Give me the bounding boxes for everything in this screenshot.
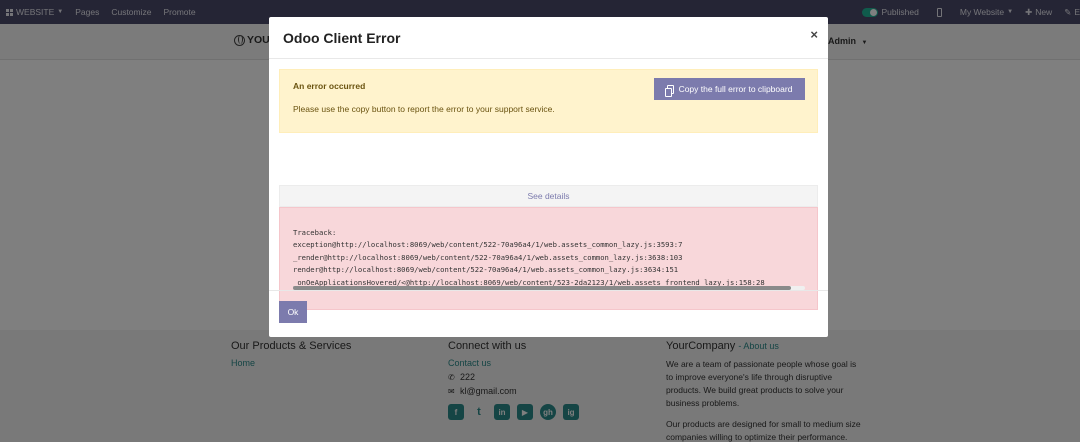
error-dialog: Odoo Client Error × An error occurred Pl… (269, 17, 828, 337)
error-alert: An error occurred Please use the copy bu… (279, 69, 818, 133)
dialog-footer: Ok (269, 290, 828, 337)
clipboard-icon (664, 84, 674, 97)
dialog-title: Odoo Client Error (283, 30, 401, 46)
see-details-toggle[interactable]: See details (279, 185, 818, 207)
ok-button[interactable]: Ok (279, 301, 307, 323)
dialog-header: Odoo Client Error × (269, 17, 828, 59)
close-icon[interactable]: × (810, 27, 818, 42)
traceback-text: Traceback: exception@http://localhost:80… (293, 228, 765, 287)
dialog-body: An error occurred Please use the copy bu… (269, 59, 828, 310)
alert-title: An error occurred (293, 81, 366, 91)
copy-error-label: Copy the full error to clipboard (678, 84, 793, 94)
copy-error-button[interactable]: Copy the full error to clipboard (654, 78, 805, 100)
alert-message: Please use the copy button to report the… (293, 104, 555, 114)
